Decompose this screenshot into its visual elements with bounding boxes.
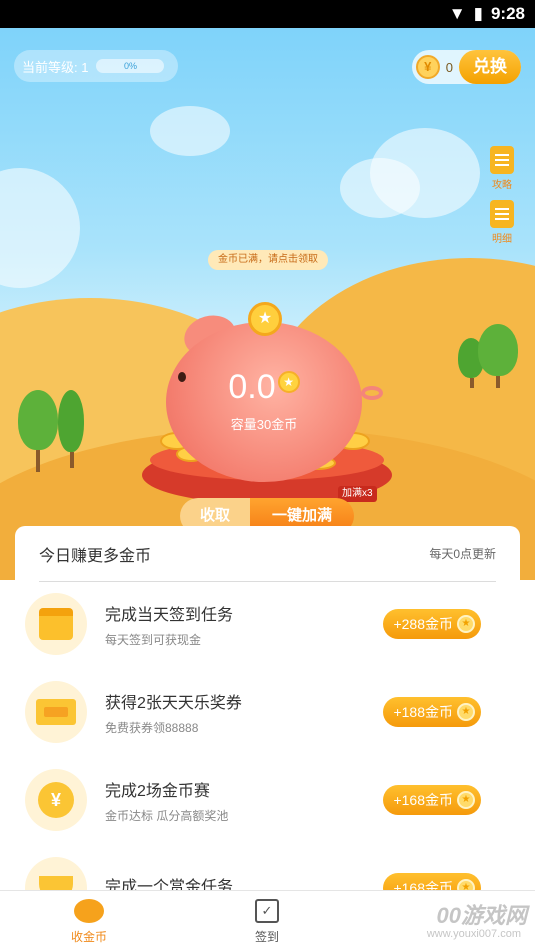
task-subtitle: 每天签到可获现金 <box>105 632 202 647</box>
star-coin-icon: ★ <box>248 302 282 336</box>
task-reward-button[interactable]: +168金币 ★ <box>383 785 481 815</box>
tree-decoration <box>18 390 58 472</box>
tab-check-in[interactable]: ✓ 签到 <box>178 891 356 951</box>
watermark-logo: 00游戏网 <box>436 903 527 928</box>
guide-button[interactable]: 攻略 <box>485 146 519 191</box>
task-reward-button[interactable]: +288金币 ★ <box>383 609 481 639</box>
level-indicator: 当前等级: 1 0% <box>14 50 178 82</box>
star-coin-icon: ★ <box>457 703 475 721</box>
battery-icon: ▮ <box>473 4 483 23</box>
coin-balance: ¥ 0 兑换 <box>411 50 521 84</box>
guide-label: 攻略 <box>492 180 512 191</box>
level-label: 当前等级: 1 <box>22 59 89 75</box>
status-bar: ▼ ▮ 9:28 <box>0 0 535 28</box>
star-coin-icon: ★ <box>457 615 475 633</box>
tasks-refresh-note: 每天0点更新 <box>429 547 496 561</box>
wifi-icon: ▼ <box>448 4 466 23</box>
tab-collect-coins[interactable]: 收金币 <box>0 891 178 951</box>
tasks-title: 今日赚更多金币 <box>39 547 152 565</box>
tab-label: 签到 <box>254 930 279 944</box>
star-coin-icon: ★ <box>457 791 475 809</box>
task-subtitle: 免费获券领88888 <box>105 720 199 735</box>
piggy-value-text: 0.0 <box>228 368 276 406</box>
task-row[interactable]: 获得2张天天乐奖券 免费获券领88888 +188金币 ★ <box>25 668 481 756</box>
tree-decoration <box>58 390 86 468</box>
collect-tip: 金币已满，请点击领取 <box>208 250 328 270</box>
cloud-decoration <box>340 158 420 218</box>
piggy-value: 0.0 ★ <box>166 368 362 407</box>
watermark-url: www.youxi007.com <box>426 928 521 940</box>
task-reward-button[interactable]: +188金币 ★ <box>383 697 481 727</box>
task-row[interactable]: ¥ 完成2场金币赛 金币达标 瓜分高额奖池 +168金币 ★ <box>25 756 481 844</box>
redeem-button[interactable]: 兑换 <box>459 50 521 84</box>
detail-label: 明细 <box>492 234 512 245</box>
coin-count: 0 <box>445 59 453 75</box>
tree-decoration <box>478 324 518 388</box>
task-title: 获得2张天天乐奖券 <box>105 694 242 712</box>
tab-label: 收金币 <box>70 930 107 944</box>
task-row[interactable]: 完成当天签到任务 每天签到可获现金 +288金币 ★ <box>25 580 481 668</box>
calendar-check-icon: ✓ <box>255 899 279 923</box>
cloud-decoration <box>0 168 80 288</box>
task-subtitle: 金币达标 瓜分高额奖池 <box>105 808 229 823</box>
tasks-header: 今日赚更多金币 每天0点更新 <box>39 526 496 582</box>
reward-text: +188金币 <box>393 704 453 720</box>
piggy-capacity: 容量30金币 <box>230 417 298 432</box>
task-title: 完成当天签到任务 <box>105 606 234 624</box>
yen-coin-icon: ¥ <box>25 769 87 831</box>
reward-text: +168金币 <box>393 792 453 808</box>
pig-tail <box>361 386 383 400</box>
level-progress-bar: 0% <box>96 59 165 73</box>
piggy-hero: 当前等级: 1 0% ¥ 0 兑换 攻略 明细 金币已满，请点击领取 ★ 0.0… <box>0 28 535 580</box>
guide-icon <box>490 146 514 174</box>
piggy-bank-icon <box>74 899 104 923</box>
calendar-icon <box>25 593 87 655</box>
task-title: 完成2场金币赛 <box>105 782 210 800</box>
status-icons: ▼ ▮ 9:28 <box>449 4 525 24</box>
reward-text: +288金币 <box>393 616 453 632</box>
piggy-bank[interactable]: ★ 0.0 ★ 容量30金币 <box>166 302 383 484</box>
detail-icon <box>490 200 514 228</box>
status-time: 9:28 <box>490 4 525 23</box>
coin-icon: ¥ <box>415 55 440 79</box>
star-coin-icon: ★ <box>277 371 300 393</box>
cloud-decoration <box>150 106 230 156</box>
ticket-icon <box>25 681 87 743</box>
detail-button[interactable]: 明细 <box>485 200 519 245</box>
